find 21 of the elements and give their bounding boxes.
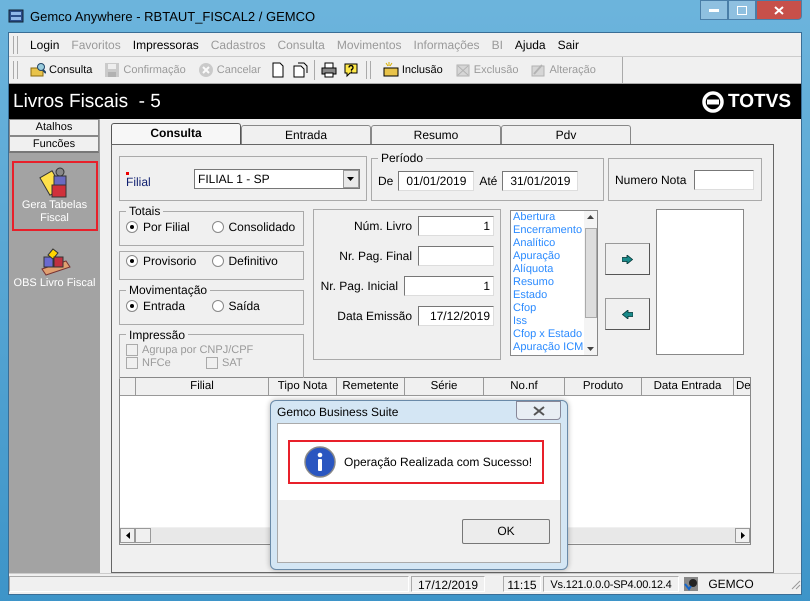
page-title: Livros Fiscais - 5 <box>13 90 161 112</box>
group-title: Totais <box>129 204 160 218</box>
field-label: De <box>378 174 394 188</box>
group-title: Impressão <box>129 328 186 342</box>
dialog-title: Gemco Business Suite <box>277 405 398 419</box>
status-time: 11:15 <box>503 576 541 592</box>
window-title: Gemco Anywhere - RBTAUT_FISCAL2 / GEMCO <box>30 8 316 24</box>
status-user: GEMCO <box>707 576 755 592</box>
logo-text: TOTVS <box>728 90 791 112</box>
status-date: 17/12/2019 <box>411 576 485 592</box>
status-version: Vs.121.0.0.0-SP4.00.12.4 <box>543 576 679 592</box>
group-title: Movimentação <box>129 283 208 298</box>
field-label: Data Emissão <box>337 309 412 323</box>
dialog-message: Operação Realizada com Sucesso! <box>344 455 532 469</box>
field-label: Núm. Livro <box>354 219 412 233</box>
field-label: Nr. Pag. Inicial <box>320 279 398 293</box>
field-label: Numero Nota <box>615 172 686 186</box>
field-label: Filial <box>126 175 152 189</box>
field-label: Até <box>479 174 498 188</box>
group-title: Período <box>381 151 424 165</box>
field-label: Nr. Pag. Final <box>339 249 412 263</box>
